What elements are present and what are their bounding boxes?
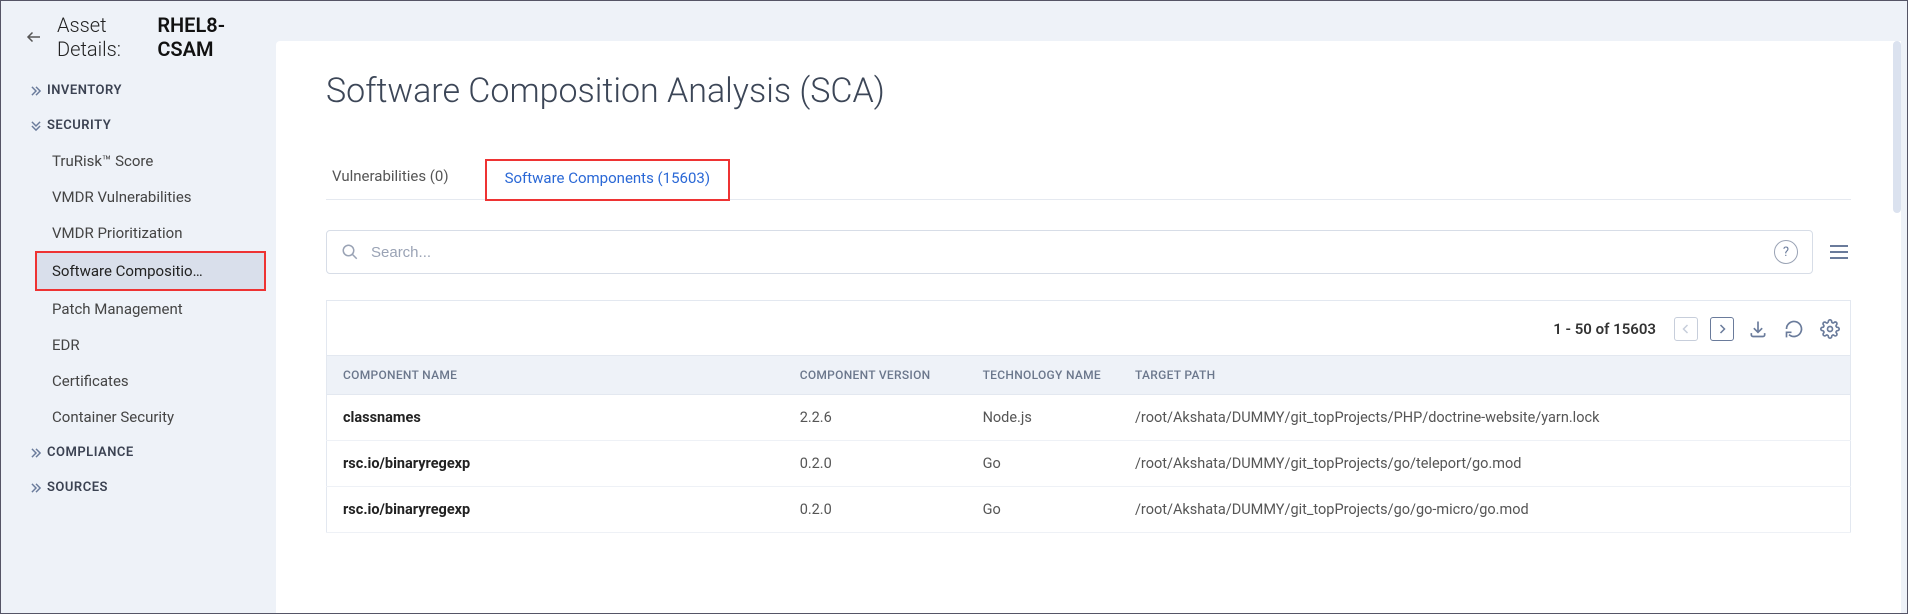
col-header-version[interactable]: COMPONENT VERSION (784, 356, 967, 395)
cell-tech: Go (967, 441, 1119, 487)
scrollbar[interactable] (1893, 41, 1901, 213)
prev-page-icon[interactable] (1674, 317, 1698, 341)
col-header-path[interactable]: TARGET PATH (1119, 356, 1851, 395)
chevron-right-double-icon (29, 84, 47, 98)
menu-icon[interactable] (1827, 240, 1851, 264)
asset-title-row: Asset Details: RHEL8-CSAM (1, 13, 276, 73)
gear-icon[interactable] (1818, 317, 1842, 341)
table-toolbar: 1 - 50 of 15603 (326, 300, 1851, 355)
sidebar-item-patch-mgmt[interactable]: Patch Management (1, 291, 276, 327)
nav-items-security: TruRisk™ Score VMDR Vulnerabilities VMDR… (1, 143, 276, 435)
sidebar-item-certificates[interactable]: Certificates (1, 363, 276, 399)
main-panel: Software Composition Analysis (SCA) Vuln… (276, 41, 1901, 613)
cell-tech: Node.js (967, 395, 1119, 441)
cell-tech: Go (967, 487, 1119, 533)
nav-section-sources[interactable]: SOURCES (1, 470, 276, 505)
cell-path: /root/Akshata/DUMMY/git_topProjects/go/t… (1119, 441, 1851, 487)
search-icon (341, 243, 359, 261)
sidebar-item-vmdr-prio[interactable]: VMDR Prioritization (1, 215, 276, 251)
sidebar-item-trurisk[interactable]: TruRisk™ Score (1, 143, 276, 179)
table-row[interactable]: rsc.io/binaryregexp 0.2.0 Go /root/Aksha… (327, 487, 1851, 533)
cell-version: 0.2.0 (784, 441, 967, 487)
chevron-down-double-icon (29, 119, 47, 133)
nav-section-label: INVENTORY (47, 83, 122, 98)
cell-name: classnames (327, 395, 784, 441)
col-header-tech[interactable]: TECHNOLOGY NAME (967, 356, 1119, 395)
search-row: ? (326, 230, 1851, 274)
cell-name: rsc.io/binaryregexp (327, 487, 784, 533)
back-arrow-icon[interactable] (25, 28, 43, 46)
table-header-row: COMPONENT NAME COMPONENT VERSION TECHNOL… (327, 356, 1851, 395)
next-page-icon[interactable] (1710, 317, 1734, 341)
table-row[interactable]: rsc.io/binaryregexp 0.2.0 Go /root/Aksha… (327, 441, 1851, 487)
cell-version: 0.2.0 (784, 487, 967, 533)
nav-section-compliance[interactable]: COMPLIANCE (1, 435, 276, 470)
pager-text: 1 - 50 of 15603 (1553, 320, 1656, 338)
tabs: Vulnerabilities (0) Software Components … (326, 159, 1851, 200)
sidebar-item-vmdr-vuln[interactable]: VMDR Vulnerabilities (1, 179, 276, 215)
tab-software-components[interactable]: Software Components (15603) (485, 159, 730, 201)
nav-section-label: SECURITY (47, 118, 111, 133)
components-table: COMPONENT NAME COMPONENT VERSION TECHNOL… (326, 355, 1851, 533)
download-icon[interactable] (1746, 317, 1770, 341)
sidebar-item-sca[interactable]: Software Compositio… (37, 253, 264, 289)
page-title: Software Composition Analysis (SCA) (326, 71, 1851, 111)
asset-details-label: Asset Details: (57, 13, 151, 61)
chevron-right-double-icon (29, 481, 47, 495)
cell-path: /root/Akshata/DUMMY/git_topProjects/go/g… (1119, 487, 1851, 533)
search-box[interactable]: ? (326, 230, 1813, 274)
search-input[interactable] (371, 244, 1774, 261)
sidebar-item-edr[interactable]: EDR (1, 327, 276, 363)
nav-section-label: SOURCES (47, 480, 108, 495)
sidebar: Asset Details: RHEL8-CSAM INVENTORY SECU… (1, 1, 276, 613)
cell-path: /root/Akshata/DUMMY/git_topProjects/PHP/… (1119, 395, 1851, 441)
cell-version: 2.2.6 (784, 395, 967, 441)
cell-name: rsc.io/binaryregexp (327, 441, 784, 487)
col-header-name[interactable]: COMPONENT NAME (327, 356, 784, 395)
highlight-annotation: Software Compositio… (35, 251, 266, 291)
refresh-icon[interactable] (1782, 317, 1806, 341)
table-row[interactable]: classnames 2.2.6 Node.js /root/Akshata/D… (327, 395, 1851, 441)
nav-section-label: COMPLIANCE (47, 445, 134, 460)
nav-section-inventory[interactable]: INVENTORY (1, 73, 276, 108)
tab-vulnerabilities[interactable]: Vulnerabilities (0) (326, 167, 455, 199)
sidebar-item-container-security[interactable]: Container Security (1, 399, 276, 435)
asset-name: RHEL8-CSAM (157, 13, 256, 61)
nav-section-security[interactable]: SECURITY (1, 108, 276, 143)
help-icon[interactable]: ? (1774, 240, 1798, 264)
chevron-right-double-icon (29, 446, 47, 460)
